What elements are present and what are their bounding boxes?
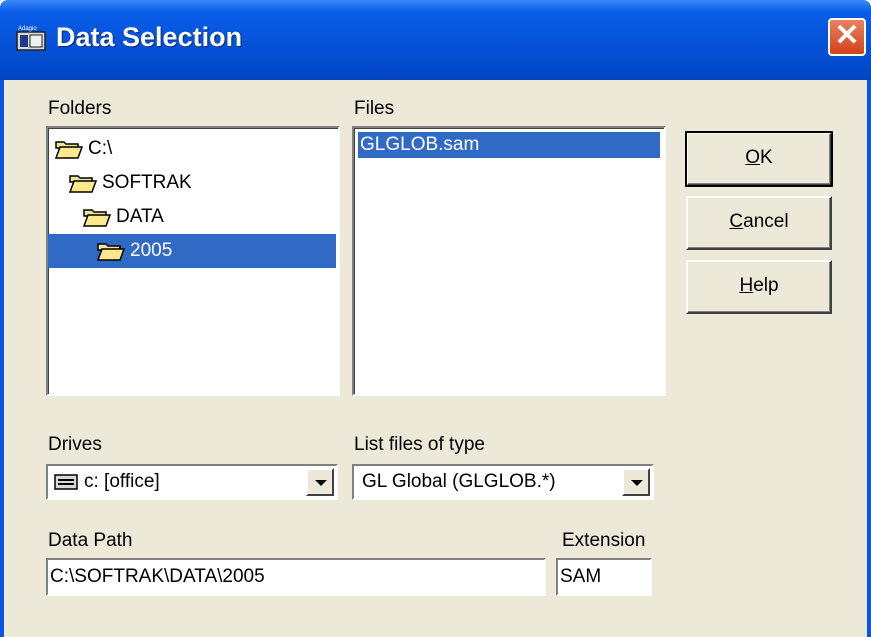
chevron-down-icon [631,480,643,486]
ok-button[interactable]: OK [685,131,833,187]
folder-item-label: DATA [116,206,164,227]
files-label: Files [354,98,395,119]
folder-item-label: SOFTRAK [102,172,192,193]
close-icon: ✕ [834,19,860,52]
app-icon: Adagio [16,26,46,51]
title-bar[interactable]: Adagio Data Selection ✕ [0,0,871,80]
help-label-rest: elp [753,275,779,296]
close-button[interactable]: ✕ [828,18,866,56]
folders-label: Folders [48,98,112,119]
cancel-label-rest: ancel [743,211,789,232]
folder-item-label: C:\ [88,138,113,159]
folder-item[interactable]: SOFTRAK [48,166,336,200]
help-mnemonic: H [739,275,754,296]
drives-label: Drives [48,434,102,455]
cancel-button[interactable]: Cancel [686,196,832,250]
open-folder-icon [54,141,84,159]
drives-value: c: [office] [84,471,160,492]
file-type-dropdown[interactable]: GL Global (GLGLOB.*) [352,464,654,500]
extension-label: Extension [562,530,646,551]
drives-dropdown-button[interactable] [306,468,334,496]
folders-list[interactable]: C:\ SOFTRAK DATA 2005 [46,126,340,396]
extension-input[interactable]: SAM [556,558,652,596]
open-folder-icon [68,175,98,193]
open-folder-icon [96,243,126,261]
data-selection-dialog: Adagio Data Selection ✕ Folders C:\ SOFTR… [0,0,871,637]
files-list[interactable]: GLGLOB.sam [352,126,666,396]
data-path-input[interactable]: C:\SOFTRAK\DATA\2005 [46,558,546,596]
folder-item-label: 2005 [130,240,173,261]
svg-text:Adagio: Adagio [18,26,37,32]
ok-mnemonic: O [745,147,761,168]
window-title: Data Selection [56,22,243,52]
drives-dropdown[interactable]: c: [office] [46,464,338,500]
help-button[interactable]: Help [686,260,832,314]
dialog-client-area: Folders C:\ SOFTRAK DATA 2005 Files GLGLOB.… [4,80,867,637]
file-type-label: List files of type [354,434,485,455]
chevron-down-icon [315,480,327,486]
ok-label-rest: K [760,147,773,168]
open-folder-icon [82,209,112,227]
file-item-glglob[interactable]: GLGLOB.sam [357,131,661,159]
cancel-mnemonic: C [729,211,744,232]
data-path-label: Data Path [48,530,133,551]
folder-item[interactable]: 2005 [48,234,336,268]
folder-item[interactable]: C:\ [48,132,336,166]
folder-item[interactable]: DATA [48,200,336,234]
file-type-value: GL Global (GLGLOB.*) [362,471,556,492]
drive-icon [54,474,78,490]
file-type-dropdown-button[interactable] [622,468,650,496]
